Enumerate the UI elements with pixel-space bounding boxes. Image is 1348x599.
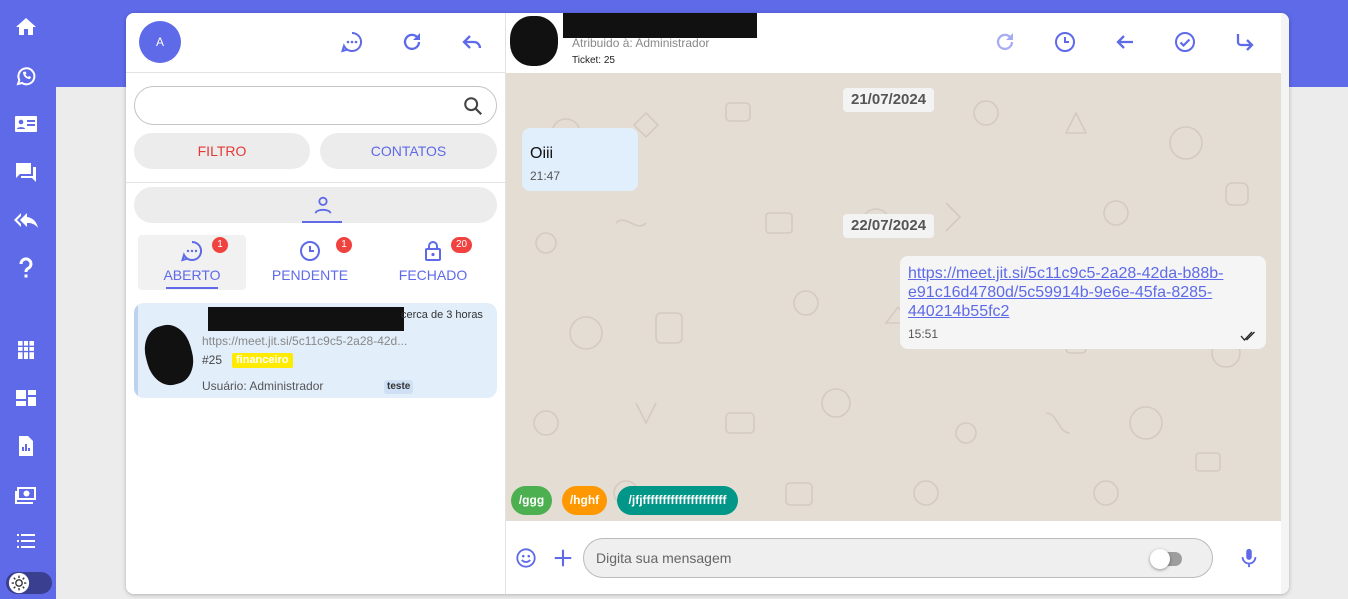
microphone-icon[interactable] (1238, 547, 1260, 569)
ticket-last-message: https://meet.jit.si/5c11c9c5-2a28-42d... (202, 334, 408, 348)
contact-avatar (139, 320, 199, 390)
assigned-to: Atribuido à: Administrador (572, 36, 710, 50)
divider (126, 182, 506, 183)
chat-bubble-icon (181, 240, 203, 262)
active-indicator (302, 221, 342, 223)
tickets-panel: A FILTRO CONTATOS 1 ABERTO 1 PENDENTE 20… (126, 13, 506, 594)
refresh-icon[interactable] (400, 30, 424, 54)
my-tickets-toggle[interactable] (134, 187, 497, 223)
money-icon[interactable] (14, 482, 38, 506)
ticket-status-bar (134, 303, 138, 398)
schedule-icon[interactable] (1053, 30, 1077, 54)
grid-icon[interactable] (14, 338, 38, 362)
filter-button[interactable]: FILTRO (134, 133, 310, 169)
person-icon (314, 196, 332, 214)
message-time: 21:47 (530, 169, 561, 183)
link-line: e91c16d4780d/5c59914b-9e6e-45fa-8285- (908, 284, 1213, 301)
new-ticket-icon[interactable] (340, 30, 364, 54)
tab-aberto[interactable]: 1 ABERTO (138, 235, 246, 290)
message-composer: Digita sua mensagem (506, 521, 1281, 594)
ticket-tag: financeiro (232, 353, 293, 368)
chat-header: Atribuido à: Administrador Ticket: 25 (506, 13, 1281, 73)
contact-name-redacted (563, 13, 757, 38)
clock-icon (300, 241, 320, 261)
toggle-knob (1150, 549, 1170, 569)
date-separator: 22/07/2024 (843, 214, 935, 238)
ticket-time: cerca de 3 horas (401, 309, 483, 321)
tab-fechado[interactable]: 20 FECHADO (379, 235, 487, 290)
list-icon[interactable] (14, 529, 38, 553)
ticket-number: Ticket: 25 (572, 55, 615, 66)
quick-reply-chip[interactable]: /ggg (511, 486, 552, 515)
app-sidebar (0, 0, 56, 599)
home-icon[interactable] (14, 15, 38, 39)
message-input[interactable]: Digita sua mensagem (583, 538, 1213, 578)
message-time: 15:51 (908, 327, 939, 341)
contact-avatar (510, 16, 558, 66)
link-line: 440214b55fc2 (908, 303, 1010, 320)
meeting-link[interactable]: https://meet.jit.si/5c11c9c5-2a28-42da-b… (908, 264, 1223, 321)
lock-icon (425, 241, 441, 261)
reply-all-icon[interactable] (14, 208, 38, 232)
quick-replies-icon[interactable] (14, 160, 38, 184)
help-icon[interactable] (14, 256, 38, 280)
tickets-card: A FILTRO CONTATOS 1 ABERTO 1 PENDENTE 20… (126, 13, 1289, 594)
signature-toggle[interactable] (1150, 549, 1182, 569)
message-text: Oiii (530, 145, 554, 162)
search-input[interactable] (134, 86, 497, 125)
contact-card-icon[interactable] (14, 112, 38, 136)
ticket-queue-badge: teste (384, 380, 414, 394)
emoji-icon[interactable] (515, 547, 537, 569)
messages-area: 21/07/2024 Oiii 21:47 22/07/2024 https:/… (506, 73, 1281, 521)
whatsapp-icon[interactable] (14, 64, 38, 88)
outgoing-message: https://meet.jit.si/5c11c9c5-2a28-42da-b… (900, 256, 1266, 349)
scrollbar[interactable] (1281, 13, 1289, 594)
active-tab-indicator (166, 287, 218, 289)
tab-label: FECHADO (398, 267, 468, 283)
date-separator: 21/07/2024 (843, 88, 935, 112)
double-check-icon (1240, 331, 1255, 341)
incoming-message: Oiii 21:47 (522, 128, 638, 191)
contacts-button[interactable]: CONTATOS (320, 133, 497, 169)
report-icon[interactable] (14, 434, 38, 458)
tab-label: ABERTO (163, 267, 221, 283)
message-input-placeholder: Digita sua mensagem (596, 550, 732, 566)
resolve-check-icon[interactable] (1173, 30, 1197, 54)
kanban-icon[interactable] (14, 386, 38, 410)
ticket-user: Usuário: Administrador (202, 379, 324, 393)
reopen-icon[interactable] (993, 30, 1017, 54)
user-avatar[interactable]: A (139, 21, 181, 63)
chat-panel: Atribuido à: Administrador Ticket: 25 21… (506, 13, 1281, 594)
tab-count-badge: 20 (451, 237, 473, 253)
tab-count-badge: 1 (336, 237, 352, 253)
theme-toggle-icon (8, 572, 30, 594)
search-icon[interactable] (462, 95, 484, 117)
transfer-icon[interactable] (1233, 30, 1257, 54)
reply-icon[interactable] (460, 30, 484, 54)
quick-reply-chip[interactable]: /jfjfffffffffffffffffffff (617, 486, 738, 515)
ticket-list-item[interactable]: cerca de 3 horas https://meet.jit.si/5c1… (134, 303, 497, 398)
theme-toggle[interactable] (6, 572, 52, 594)
quick-reply-chip[interactable]: /hghf (562, 486, 607, 515)
contact-name-redacted (208, 307, 404, 331)
ticket-number: #25 (202, 353, 223, 367)
divider (126, 72, 506, 73)
tab-count-badge: 1 (212, 237, 228, 253)
plus-icon[interactable] (552, 547, 574, 569)
link-line: https://meet.jit.si/5c11c9c5-2a28-42da-b… (908, 265, 1224, 282)
back-arrow-icon[interactable] (1113, 30, 1137, 54)
tab-pendente[interactable]: 1 PENDENTE (256, 235, 364, 290)
tab-label: PENDENTE (271, 267, 349, 283)
